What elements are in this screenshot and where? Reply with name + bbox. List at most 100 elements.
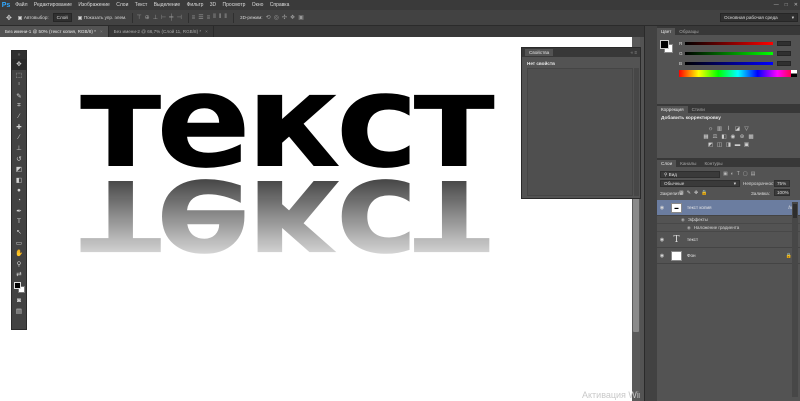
hue-saturation-icon[interactable]: ▦ xyxy=(703,134,709,140)
maximize-icon[interactable]: □ xyxy=(785,2,788,8)
green-gradient-bar[interactable] xyxy=(685,51,773,55)
align-left-icon[interactable]: ⊢ xyxy=(161,14,166,21)
menu-help[interactable]: Справка xyxy=(267,2,293,8)
slider-blue[interactable]: B xyxy=(679,60,797,66)
menu-view[interactable]: Просмотр xyxy=(219,2,248,8)
red-value-field[interactable] xyxy=(777,40,791,46)
posterize-icon[interactable]: ◫ xyxy=(717,142,723,148)
red-gradient-bar[interactable] xyxy=(685,41,773,45)
fill-field[interactable]: 100% xyxy=(774,189,790,196)
slider-green[interactable]: G xyxy=(679,50,797,56)
color-lookup-icon[interactable]: ▩ xyxy=(748,134,754,140)
exposure-icon[interactable]: ◪ xyxy=(735,126,741,132)
distribute-top-icon[interactable]: ≡ xyxy=(192,15,196,21)
shape-tool-icon[interactable]: ▭ xyxy=(12,238,26,249)
menu-type[interactable]: Текст xyxy=(132,2,151,8)
blend-mode-select[interactable]: Обычные ▾ xyxy=(660,180,740,187)
3d-roll-icon[interactable]: ◎ xyxy=(274,14,279,21)
close-icon[interactable]: ✕ xyxy=(794,2,798,8)
tab-adjustments[interactable]: Коррекция xyxy=(657,106,688,113)
curves-icon[interactable]: ⌇ xyxy=(726,126,732,132)
filter-pixel-icon[interactable]: ▣ xyxy=(723,171,728,177)
tab-swatches[interactable]: Образцы xyxy=(675,28,702,35)
menu-image[interactable]: Изображение xyxy=(75,2,113,8)
slider-red[interactable]: R xyxy=(679,40,797,46)
eye-icon[interactable]: ◉ xyxy=(657,253,667,259)
history-brush-icon[interactable]: ↺ xyxy=(12,154,26,165)
path-select-icon[interactable]: ↖ xyxy=(12,227,26,238)
marquee-tool-icon[interactable]: ⬚ xyxy=(12,70,26,81)
tab-document-2[interactable]: Без имени-2 @ 66,7% (Слой 11, RGB/8) * × xyxy=(109,26,214,37)
black-white-icon[interactable]: ◧ xyxy=(721,134,727,140)
filter-adjust-icon[interactable]: ◐ xyxy=(731,171,734,177)
lock-position-icon[interactable]: ✥ xyxy=(694,190,698,196)
tab-properties[interactable]: Свойства xyxy=(525,49,554,56)
minimize-icon[interactable]: — xyxy=(774,2,779,8)
green-value-field[interactable] xyxy=(777,50,791,56)
layer-background[interactable]: ◉ Фон 🔒 xyxy=(657,248,800,264)
color-swatches[interactable] xyxy=(12,280,26,296)
color-balance-icon[interactable]: ⚖ xyxy=(712,134,718,140)
align-middle-icon[interactable]: ⊕ xyxy=(145,14,150,21)
invert-icon[interactable]: ◩ xyxy=(708,142,714,148)
quick-mask-icon[interactable]: ◙ xyxy=(12,296,26,307)
quick-select-tool-icon[interactable]: ✎ xyxy=(12,91,26,102)
opacity-field[interactable]: 75% xyxy=(774,180,790,187)
close-tab-icon[interactable]: × xyxy=(100,29,103,34)
menu-window[interactable]: Окно xyxy=(249,2,267,8)
filter-shape-icon[interactable]: ▢ xyxy=(743,171,748,177)
layer-effects-row[interactable]: ◉ Эффекты xyxy=(657,216,800,224)
scrollbar-thumb[interactable] xyxy=(793,204,797,218)
type-tool-icon[interactable]: T xyxy=(12,217,26,228)
tab-channels[interactable]: Каналы xyxy=(676,160,700,167)
selective-color-icon[interactable]: ▣ xyxy=(744,142,750,148)
color-spectrum[interactable] xyxy=(679,70,797,77)
layer-text[interactable]: ◉ T текст xyxy=(657,232,800,248)
autoselect-select[interactable]: Слой xyxy=(52,13,72,22)
3d-scale-icon[interactable]: ▣ xyxy=(298,14,304,21)
distribute-center-icon[interactable]: ⦀ xyxy=(219,14,222,21)
lock-all-icon[interactable]: 🔒 xyxy=(701,190,707,196)
move-tool-icon[interactable]: ✥ xyxy=(12,59,26,70)
move-tool-icon[interactable]: ✥ xyxy=(6,14,12,22)
workspace-select[interactable]: Основная рабочая среда ▾ xyxy=(720,13,798,22)
3d-slide-icon[interactable]: ❖ xyxy=(290,14,295,21)
layer-text-copy[interactable]: ◉ ▬ текст копия fx xyxy=(657,200,800,216)
threshold-icon[interactable]: ◨ xyxy=(726,142,732,148)
swap-colors-icon[interactable]: ⇄ xyxy=(12,269,26,280)
blur-tool-icon[interactable]: ● xyxy=(12,185,26,196)
brightness-icon[interactable]: ☼ xyxy=(708,126,714,132)
blue-gradient-bar[interactable] xyxy=(685,61,773,65)
dodge-tool-icon[interactable]: ◔ xyxy=(12,196,26,207)
screen-mode-icon[interactable]: ▤ xyxy=(12,306,26,317)
menu-filter[interactable]: Фильтр xyxy=(183,2,206,8)
layer-filter-select[interactable]: ⚲ Вид xyxy=(660,171,720,178)
align-top-icon[interactable]: ⊤ xyxy=(136,14,141,21)
layers-scrollbar[interactable] xyxy=(792,202,798,397)
gradient-overlay-row[interactable]: ◉ Наложение градиента xyxy=(657,224,800,232)
blue-value-field[interactable] xyxy=(777,60,791,66)
3d-pan-icon[interactable]: ✣ xyxy=(282,14,287,21)
filter-smart-icon[interactable]: ▤ xyxy=(751,171,756,177)
show-controls-checkbox[interactable] xyxy=(77,15,82,20)
align-bottom-icon[interactable]: ⊥ xyxy=(153,14,158,21)
distribute-bottom-icon[interactable]: ≡ xyxy=(207,15,211,21)
zoom-tool-icon[interactable]: ⚲ xyxy=(12,259,26,270)
lock-pixels-icon[interactable]: ✎ xyxy=(687,190,691,196)
menu-layers[interactable]: Слои xyxy=(113,2,132,8)
gradient-tool-icon[interactable]: ◧ xyxy=(12,175,26,186)
pen-tool-icon[interactable]: ✒ xyxy=(12,206,26,217)
tab-styles[interactable]: Стили xyxy=(688,106,709,113)
foreground-color[interactable] xyxy=(14,281,21,289)
eye-icon[interactable]: ◉ xyxy=(657,237,667,243)
lasso-tool-icon[interactable]: ᑊ xyxy=(12,80,26,91)
foreground-swatch[interactable] xyxy=(660,40,669,49)
properties-scrollbar[interactable] xyxy=(634,68,639,196)
panel-menu-icon[interactable]: « ≡ xyxy=(630,50,637,55)
menu-file[interactable]: Файл xyxy=(12,2,31,8)
eyedropper-tool-icon[interactable]: ⁄ xyxy=(12,112,26,123)
tab-layers[interactable]: Слои xyxy=(657,160,677,167)
3d-orbit-icon[interactable]: ⟲ xyxy=(266,14,271,21)
align-right-icon[interactable]: ⊣ xyxy=(176,14,181,21)
brush-tool-icon[interactable]: ∕ xyxy=(12,133,26,144)
